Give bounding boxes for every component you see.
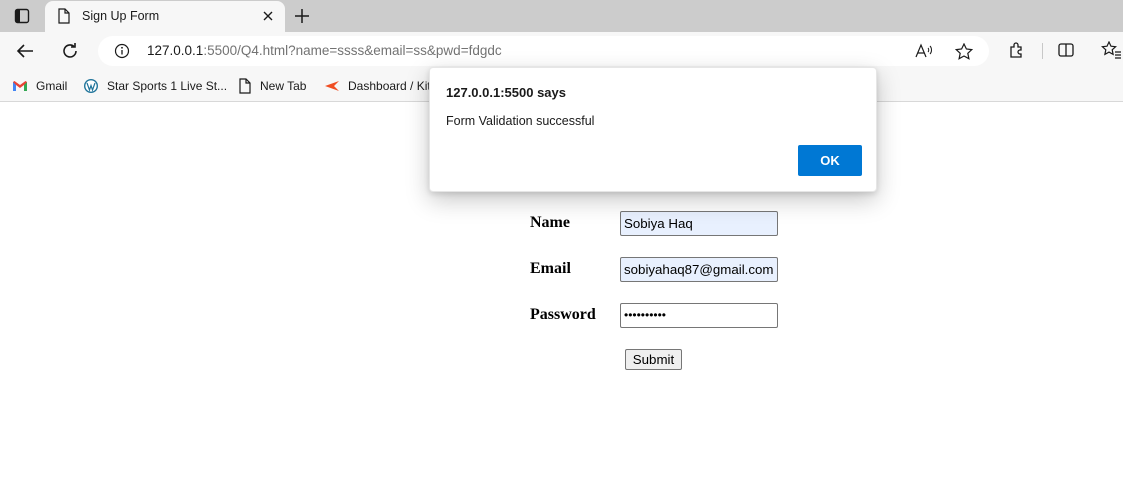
bookmark-dashboard-kit[interactable]: Dashboard / Kit (324, 78, 431, 94)
close-tab-icon[interactable] (259, 7, 277, 25)
tab-title: Sign Up Form (82, 9, 160, 23)
new-tab-icon[interactable] (292, 6, 312, 26)
name-label: Name (530, 214, 570, 231)
toolbar-separator (1042, 43, 1043, 59)
tab-sign-up-form[interactable]: Sign Up Form (45, 1, 285, 32)
back-icon[interactable] (14, 40, 36, 62)
favorites-icon[interactable] (1101, 40, 1121, 64)
dialog-title: 127.0.0.1:5500 says (446, 85, 566, 100)
bookmark-label: Gmail (36, 79, 68, 93)
email-input[interactable]: sobiyahaq87@gmail.com (620, 257, 778, 282)
read-aloud-icon[interactable] (915, 43, 933, 64)
bookmark-label: Star Sports 1 Live St... (107, 79, 228, 93)
url-path: :5500/Q4.html?name=ssss&email=ss&pwd=fdg… (203, 43, 502, 58)
submit-button[interactable]: Submit (625, 349, 682, 370)
bookmark-label: New Tab (260, 79, 307, 93)
gmail-icon (12, 80, 28, 92)
alert-dialog: 127.0.0.1:5500 says Form Validation succ… (429, 67, 877, 192)
bookmark-gmail[interactable]: Gmail (12, 78, 67, 94)
dialog-message: Form Validation successful (446, 114, 595, 128)
page-icon (57, 8, 71, 29)
bookmark-new-tab[interactable]: New Tab (238, 78, 306, 94)
email-label: Email (530, 260, 571, 277)
site-info-icon[interactable] (114, 43, 130, 64)
tab-actions-icon[interactable] (8, 6, 36, 26)
refresh-icon[interactable] (59, 40, 81, 62)
password-label: Password (530, 306, 596, 323)
bookmark-label: Dashboard / Kit (348, 79, 431, 93)
address-bar[interactable]: 127.0.0.1:5500/Q4.html?name=ssss&email=s… (98, 36, 989, 66)
name-input[interactable]: Sobiya Haq (620, 211, 778, 236)
url-text: 127.0.0.1:5500/Q4.html?name=ssss&email=s… (147, 43, 502, 58)
kit-icon (324, 80, 340, 92)
ok-button[interactable]: OK (798, 145, 862, 176)
wordpress-icon (83, 78, 99, 94)
page-icon (238, 78, 252, 94)
url-host: 127.0.0.1 (147, 43, 204, 58)
bookmark-star-sports[interactable]: Star Sports 1 Live St... (83, 78, 227, 94)
split-screen-icon[interactable] (1057, 41, 1075, 64)
favorite-star-icon[interactable] (954, 42, 974, 65)
tab-strip: Sign Up Form (0, 0, 1123, 32)
browser-toolbar: 127.0.0.1:5500/Q4.html?name=ssss&email=s… (0, 32, 1123, 70)
extensions-icon[interactable] (1008, 41, 1026, 64)
password-input[interactable]: •••••••••• (620, 303, 778, 328)
